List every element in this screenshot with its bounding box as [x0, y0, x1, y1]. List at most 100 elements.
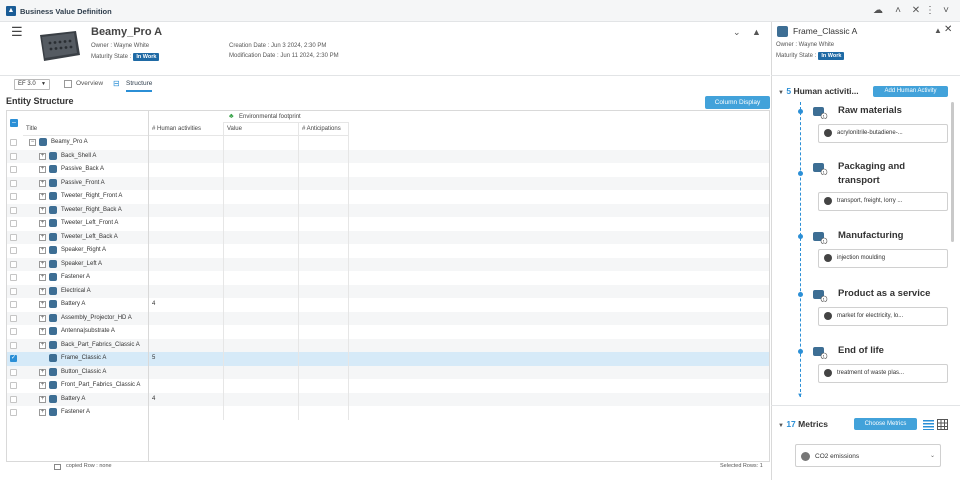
row-title[interactable]: Fastener A	[61, 274, 90, 280]
table-row[interactable]: + Battery A 4	[7, 392, 769, 406]
menu-icon[interactable]: ☰	[11, 25, 23, 38]
row-checkbox[interactable]	[10, 328, 17, 335]
column-header-human-activities[interactable]: # Human activities	[149, 123, 224, 136]
stage-activity-item[interactable]: market for electricity, lo...	[818, 307, 948, 326]
row-title[interactable]: Back_Part_Fabrics_Classic A	[61, 342, 140, 348]
table-row[interactable]: + Fastener A	[7, 271, 769, 285]
row-checkbox[interactable]	[10, 179, 17, 187]
row-checkbox[interactable]	[10, 287, 17, 295]
collapse-up-icon[interactable]: ▲	[934, 26, 942, 35]
expand-toggle-icon[interactable]: +	[39, 409, 46, 416]
row-checkbox[interactable]	[10, 166, 17, 173]
chevron-up-icon[interactable]: ˄	[892, 5, 904, 17]
row-checkbox[interactable]	[10, 301, 17, 308]
stage-activity-item[interactable]: acrylonitrile-butadiene-...	[818, 124, 948, 143]
row-title[interactable]: Front_Part_Fabrics_Classic A	[61, 382, 140, 388]
row-checkbox[interactable]	[10, 220, 17, 227]
row-title[interactable]: Battery A	[61, 396, 85, 402]
column-display-button[interactable]: Column Display	[705, 96, 770, 109]
table-row[interactable]: + Tweeter_Right_Back A	[7, 203, 769, 217]
table-row[interactable]: + Front_Part_Fabrics_Classic A	[7, 379, 769, 393]
table-row[interactable]: + Tweeter_Left_Front A	[7, 217, 769, 231]
row-title[interactable]: Tweeter_Right_Front A	[61, 193, 122, 199]
row-title[interactable]: Tweeter_Left_Back A	[61, 234, 118, 240]
table-view-icon[interactable]	[937, 419, 948, 430]
expand-toggle-icon[interactable]: +	[39, 368, 46, 376]
stage-activity-item[interactable]: treatment of waste plas...	[818, 364, 948, 383]
row-title[interactable]: Button_Classic A	[61, 369, 106, 375]
expand-toggle-icon[interactable]: +	[39, 314, 46, 322]
tab-structure[interactable]: Structure	[126, 80, 153, 92]
more-icon[interactable]: ⋮	[924, 5, 936, 17]
row-title[interactable]: Assembly_Projector_HD A	[61, 315, 132, 321]
table-row[interactable]: + Battery A 4	[7, 298, 769, 312]
row-checkbox[interactable]	[10, 247, 17, 254]
row-checkbox[interactable]	[10, 395, 17, 403]
row-checkbox[interactable]	[10, 233, 17, 241]
version-select[interactable]: EF 3.0 ▼	[14, 79, 50, 90]
table-row[interactable]: + Passive_Back A	[7, 163, 769, 177]
expand-toggle-icon[interactable]: +	[39, 179, 46, 187]
panel-scrollbar[interactable]	[951, 102, 954, 242]
row-checkbox[interactable]	[10, 409, 17, 416]
row-checkbox[interactable]	[10, 368, 17, 376]
table-row[interactable]: + Back_Part_Fabrics_Classic A	[7, 338, 769, 352]
cloud-icon[interactable]: ☁	[872, 5, 884, 17]
collapse-up-icon[interactable]: ▲	[752, 27, 761, 37]
column-header-title[interactable]: Title	[23, 123, 149, 136]
list-view-icon[interactable]	[923, 419, 934, 430]
expand-chevron-icon[interactable]: ▼	[778, 90, 784, 96]
row-title[interactable]: Speaker_Right A	[61, 247, 106, 253]
row-checkbox[interactable]	[10, 152, 17, 160]
chevron-down-icon[interactable]: ⌄	[733, 27, 741, 38]
row-title[interactable]: Battery A	[61, 301, 85, 307]
table-row[interactable]: + Electrical A	[7, 284, 769, 298]
expand-toggle-icon[interactable]: +	[39, 220, 46, 227]
stage-activity-item[interactable]: injection moulding	[818, 249, 948, 268]
row-title[interactable]: Electrical A	[61, 288, 91, 294]
row-checkbox[interactable]	[10, 139, 17, 146]
chevron-down-icon[interactable]: ˅	[940, 5, 952, 17]
expand-toggle-icon[interactable]: +	[39, 233, 46, 241]
column-header-value[interactable]: Value	[224, 123, 299, 136]
row-checkbox[interactable]	[10, 382, 17, 389]
table-row[interactable]: + Tweeter_Right_Front A	[7, 190, 769, 204]
tab-overview[interactable]: Overview	[76, 80, 103, 92]
row-title[interactable]: Fastener A	[61, 409, 90, 415]
expand-toggle-icon[interactable]: +	[39, 301, 46, 308]
row-checkbox[interactable]	[10, 354, 17, 362]
expand-toggle-icon[interactable]: +	[39, 206, 46, 214]
expand-toggle-icon[interactable]: +	[39, 382, 46, 389]
table-row[interactable]: + Button_Classic A	[7, 365, 769, 379]
row-title[interactable]: Tweeter_Left_Front A	[61, 220, 118, 226]
expand-toggle-icon[interactable]: +	[39, 395, 46, 403]
expand-toggle-icon[interactable]: +	[39, 152, 46, 160]
row-checkbox[interactable]	[10, 274, 17, 281]
choose-metrics-button[interactable]: Choose Metrics	[854, 418, 917, 430]
row-checkbox[interactable]	[10, 260, 17, 268]
row-checkbox[interactable]	[10, 341, 17, 349]
row-checkbox[interactable]	[10, 206, 17, 214]
column-divider[interactable]	[148, 111, 149, 461]
table-row[interactable]: Frame_Classic A 5	[7, 352, 769, 366]
column-header-anticipations[interactable]: # Anticipations	[299, 123, 349, 136]
metrics-header[interactable]: ▼ 17 Metrics	[778, 419, 828, 429]
row-title[interactable]: Speaker_Left A	[61, 261, 102, 267]
stage-activity-item[interactable]: transport, freight, lorry ...	[818, 192, 948, 211]
table-row[interactable]: − Beamy_Pro A	[7, 136, 769, 150]
expand-toggle-icon[interactable]: +	[39, 287, 46, 295]
table-row[interactable]: + Tweeter_Left_Back A	[7, 230, 769, 244]
expand-toggle-icon[interactable]: +	[39, 328, 46, 335]
row-title[interactable]: Antenna|substrate A	[61, 328, 115, 334]
close-icon[interactable]: ✕	[910, 5, 922, 17]
expand-toggle-icon[interactable]: +	[39, 260, 46, 268]
table-row[interactable]: + Antenna|substrate A	[7, 325, 769, 339]
table-row[interactable]: + Assembly_Projector_HD A	[7, 311, 769, 325]
row-title[interactable]: Beamy_Pro A	[51, 139, 88, 145]
metric-item[interactable]: CO2 emissions ⌄	[795, 444, 941, 467]
human-activities-header[interactable]: ▼ 5 Human activiti...	[778, 86, 859, 96]
expand-toggle-icon[interactable]: +	[39, 166, 46, 173]
table-row[interactable]: + Fastener A	[7, 406, 769, 420]
select-all-checkbox[interactable]: –	[10, 119, 18, 127]
expand-chevron-icon[interactable]: ▼	[778, 423, 784, 429]
